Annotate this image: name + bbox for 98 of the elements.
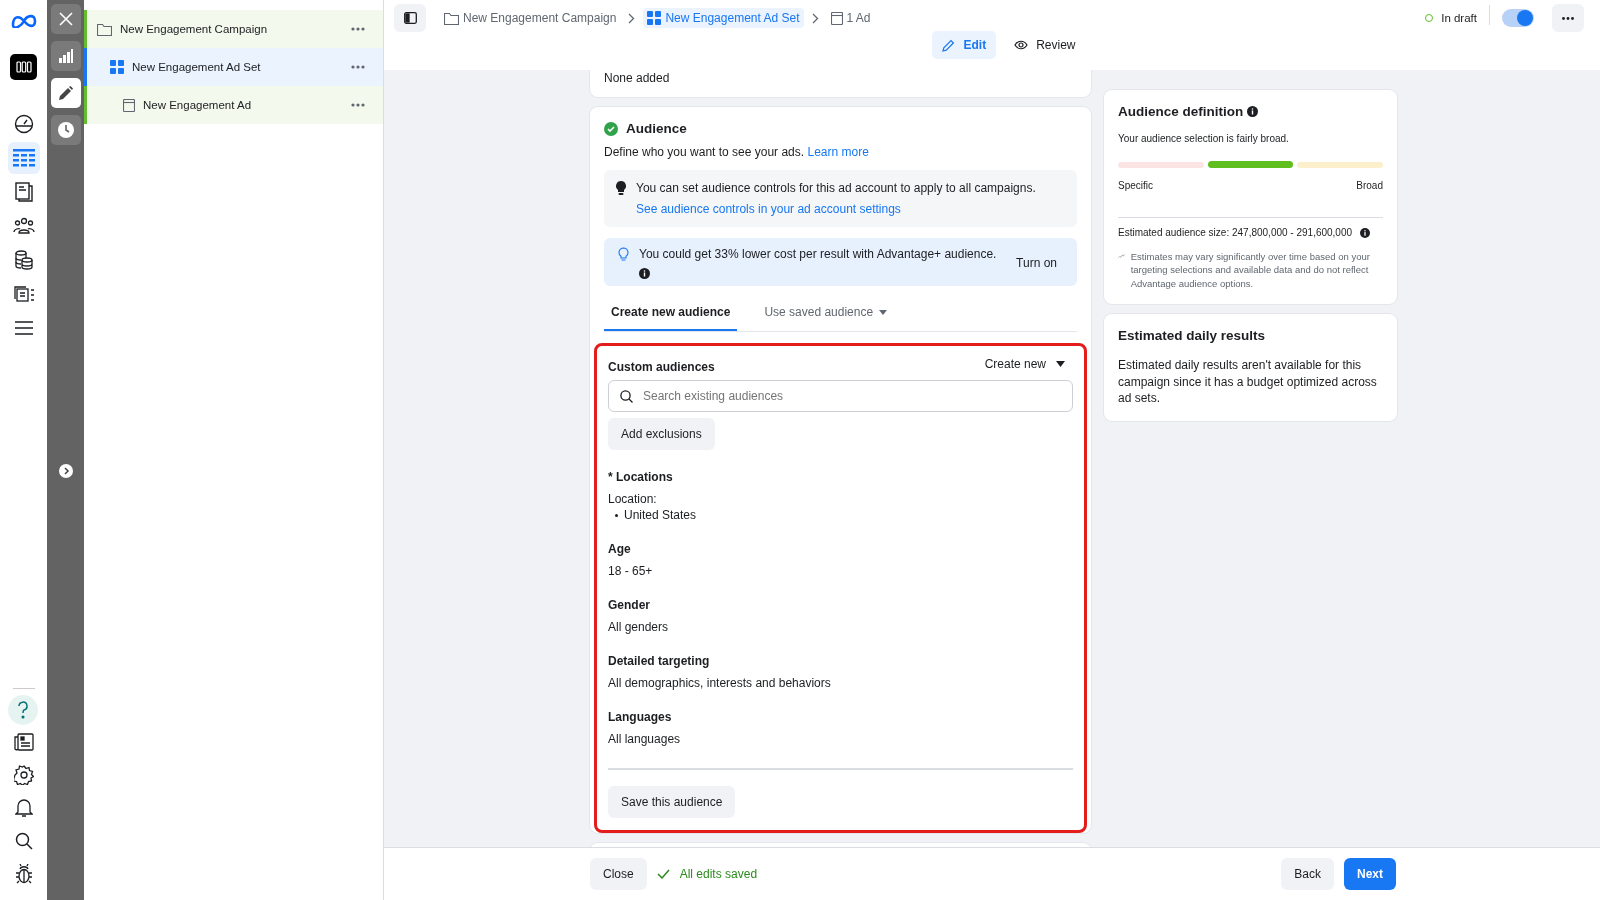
description-text: Define who you want to see your ads. Learn more: [604, 145, 870, 159]
caret-icon: [1056, 361, 1065, 367]
mode-tab[interactable]: Review: [1004, 31, 1086, 59]
tool-button[interactable]: [50, 4, 81, 34]
field-value: All languages: [608, 732, 681, 746]
field-value: United States: [624, 508, 697, 522]
more-icon[interactable]: [351, 103, 365, 107]
catalog-icon: [12, 285, 35, 303]
clock-icon: [57, 122, 74, 138]
pencil-icon: [942, 38, 956, 52]
scale-label: Broad: [1356, 180, 1383, 191]
bar-chart-icon: [58, 49, 73, 63]
grid-icon: [647, 11, 662, 25]
help-icon: [15, 701, 30, 719]
lightbulb-icon: [618, 247, 629, 262]
toggle-switch[interactable]: [1502, 9, 1534, 27]
settings-icon: [13, 765, 34, 785]
more-button[interactable]: [1552, 4, 1584, 32]
disclaimer-text: Estimates may vary significantly over time based on your targeting selections and available data and do not reflect Advantage audience options.: [1130, 250, 1371, 290]
audience-size-text: Estimated audience size: 247,800,000 - 291,600,000: [1118, 227, 1353, 238]
next-button[interactable]: Next: [1344, 858, 1396, 890]
expand-icon[interactable]: [58, 464, 73, 478]
folder-icon: [444, 11, 459, 25]
breadcrumb-item[interactable]: New Engagement Ad Set: [643, 8, 804, 28]
notice-text: You can set audience controls for this ad account to apply to all campaigns.: [636, 181, 1036, 195]
coins-icon: [13, 250, 34, 270]
chevron-icon: [811, 12, 819, 24]
chevron-icon: [628, 12, 636, 24]
status-label: In draft: [1441, 12, 1477, 24]
logo-icon[interactable]: [10, 14, 37, 28]
tree-item[interactable]: New Engagement Campaign: [84, 10, 383, 48]
account-icon[interactable]: [10, 54, 37, 80]
tool-button[interactable]: [50, 78, 81, 108]
panel-toggle-button[interactable]: [394, 4, 426, 32]
more-icon[interactable]: [351, 27, 365, 31]
add-exclusions-button[interactable]: Add exclusions: [608, 418, 715, 450]
save-status: All edits saved: [679, 867, 758, 881]
lightbulb-icon: [616, 181, 626, 195]
pencil-icon: [58, 86, 73, 100]
tree-item[interactable]: New Engagement Ad: [84, 86, 383, 124]
sidebar-panel-icon: [403, 12, 417, 24]
newspaper-icon: [13, 733, 34, 751]
more-icon[interactable]: [351, 65, 365, 69]
field-value: All demographics, interests and behaviors: [608, 676, 831, 690]
bullet-icon: [615, 513, 618, 517]
field-label: Custom audiences: [608, 360, 715, 374]
notice-text: You could get 33% lower cost per result with Advantage+ audience.: [639, 247, 997, 261]
card-title: Audience definition: [1118, 104, 1244, 119]
save-audience-button[interactable]: Save this audience: [608, 786, 736, 818]
table-icon: [12, 149, 35, 167]
field-value: All genders: [608, 620, 669, 634]
create-new-dropdown[interactable]: Create new: [976, 357, 1073, 371]
breadcrumb-item[interactable]: 1 Ad: [826, 8, 875, 28]
card-title: Estimated daily results: [1118, 327, 1267, 343]
gauge-icon: [13, 114, 34, 134]
audience-tab[interactable]: Create new audience: [604, 297, 738, 331]
notifications-icon: [14, 798, 33, 818]
field-label: Detailed targeting: [608, 654, 711, 668]
scale-label: Specific: [1118, 180, 1153, 191]
ad-page-icon: [830, 11, 843, 25]
folder-icon: [97, 22, 112, 36]
tree-item[interactable]: New Engagement Ad Set: [84, 48, 383, 86]
info-icon[interactable]: [639, 268, 650, 279]
back-button[interactable]: Back: [1281, 858, 1334, 890]
field-label: Gender: [608, 598, 651, 612]
menu-icon: [14, 321, 33, 335]
field-label: Languages: [608, 710, 673, 724]
info-icon[interactable]: [1247, 106, 1259, 117]
section-title: Audience: [626, 121, 687, 136]
info-icon[interactable]: [1360, 227, 1371, 238]
breadcrumb-item[interactable]: New Engagement Campaign: [440, 8, 621, 28]
audience-tab[interactable]: Use saved audience: [757, 297, 895, 331]
more-icon: [1562, 16, 1574, 20]
people-icon: [12, 217, 35, 235]
ad-page-icon: [123, 98, 135, 112]
bug-icon: [14, 864, 33, 884]
eye-icon: [1014, 40, 1029, 50]
search-icon: [14, 832, 33, 850]
summary-text: None added: [604, 71, 670, 85]
body-text: Estimated daily results aren't available for this campaign since it has a budget optimized across ad sets.: [1118, 356, 1378, 408]
settings-link[interactable]: See audience controls in your ad account settings: [636, 202, 901, 216]
close-icon: [58, 12, 73, 26]
search-field[interactable]: Search existing audiences: [608, 380, 1073, 412]
document-icon: [13, 182, 34, 202]
tool-button[interactable]: [50, 115, 81, 145]
field-label: Age: [608, 542, 632, 556]
tool-button[interactable]: [50, 41, 81, 71]
mode-tab[interactable]: Edit: [932, 31, 997, 59]
summary-text: Your audience selection is fairly broad.: [1118, 133, 1290, 144]
field-label: * Locations: [608, 470, 674, 484]
learn-more-link[interactable]: Learn more: [807, 145, 869, 159]
field-value: 18 - 65+: [608, 564, 653, 578]
field-sublabel: Location:: [608, 492, 658, 506]
grid-icon: [110, 60, 124, 74]
search-icon: [620, 390, 633, 403]
checkmark-icon: [656, 869, 670, 879]
close-button[interactable]: Close: [590, 858, 647, 890]
turn-on-button[interactable]: Turn on: [1008, 256, 1065, 270]
